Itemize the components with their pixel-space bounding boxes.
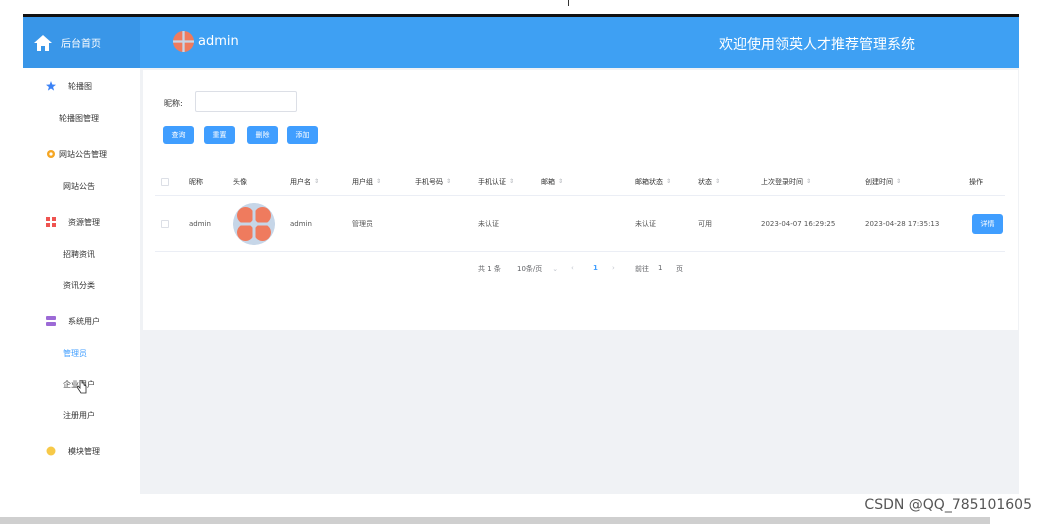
user-avatar-icon bbox=[233, 202, 275, 245]
sidebar-item-label: 注册用户 bbox=[63, 410, 95, 420]
database-icon bbox=[46, 316, 56, 326]
cell-status: 可用 bbox=[698, 219, 712, 228]
circle-icon bbox=[46, 446, 56, 456]
cell-created: 2023-04-28 17:35:13 bbox=[865, 219, 940, 228]
main-content-card: 昵称: 查询 重置 删除 添加 昵称 头像 用户名 ⇕ 用户组 ⇕ 手机号码 ⇕ 手机… bbox=[143, 70, 1018, 330]
cell-phone-verify: 未认证 bbox=[478, 219, 499, 228]
menu-group-notice[interactable]: 网站公告管理 bbox=[23, 144, 140, 164]
sort-icon: ⇕ bbox=[446, 178, 452, 185]
delete-button[interactable]: 删除 bbox=[247, 126, 278, 144]
table-row: admin admin 管理员 未认证 未认证 可用 2023-04-07 16… bbox=[155, 196, 1005, 252]
sidebar-item-label: 资讯分类 bbox=[63, 280, 95, 290]
nickname-search-input[interactable] bbox=[195, 91, 297, 112]
cell-email-status: 未认证 bbox=[635, 219, 656, 228]
sort-icon: ⇕ bbox=[558, 178, 564, 185]
sort-icon: ⇕ bbox=[509, 178, 515, 185]
prev-page-button[interactable]: ‹ bbox=[571, 264, 574, 272]
grid-icon bbox=[46, 217, 56, 227]
sort-icon: ⇕ bbox=[806, 178, 812, 185]
goto-label: 前往 bbox=[635, 265, 649, 273]
cell-nickname: admin bbox=[189, 219, 211, 228]
col-created[interactable]: 创建时间 ⇕ bbox=[865, 168, 901, 195]
sort-icon: ⇕ bbox=[896, 178, 902, 185]
menu-group-label: 系统用户 bbox=[68, 316, 100, 326]
menu-group-resource[interactable]: 资源管理 bbox=[23, 212, 140, 232]
sidebar: 轮播图 轮播图管理 网站公告管理 网站公告 资源管理 招聘资讯 资讯分类 系统用… bbox=[23, 68, 140, 494]
gear-icon bbox=[47, 150, 55, 158]
reset-button[interactable]: 重置 bbox=[204, 126, 235, 144]
sort-icon: ⇕ bbox=[666, 178, 672, 185]
col-phone[interactable]: 手机号码 ⇕ bbox=[415, 168, 451, 195]
sort-icon: ⇕ bbox=[376, 178, 382, 185]
sidebar-item-news-category[interactable]: 资讯分类 bbox=[23, 275, 140, 295]
star-icon bbox=[46, 81, 56, 91]
menu-group-label: 轮播图 bbox=[68, 81, 92, 91]
menu-group-label: 模块管理 bbox=[68, 446, 100, 456]
sort-icon: ⇕ bbox=[715, 178, 721, 185]
col-nickname[interactable]: 昵称 bbox=[189, 168, 203, 195]
sidebar-item-admin[interactable]: 管理员 bbox=[23, 343, 140, 363]
menu-group-label: 资源管理 bbox=[68, 217, 100, 227]
col-status[interactable]: 状态 ⇕ bbox=[698, 168, 720, 195]
page-size-select[interactable]: 10条/页 ⌄ bbox=[517, 264, 558, 274]
col-username[interactable]: 用户名 ⇕ bbox=[290, 168, 319, 195]
top-header: 后台首页 admin 欢迎使用领英人才推荐管理系统 bbox=[23, 14, 1019, 68]
sidebar-item-label: 轮播图管理 bbox=[59, 113, 99, 123]
goto-page-input[interactable]: 1 bbox=[658, 264, 662, 272]
col-email-status[interactable]: 邮箱状态 ⇕ bbox=[635, 168, 671, 195]
sidebar-item-label: 招聘资讯 bbox=[63, 249, 95, 259]
sidebar-item-label: 管理员 bbox=[63, 348, 87, 358]
menu-group-carousel[interactable]: 轮播图 bbox=[23, 76, 140, 96]
cell-action: 详情 bbox=[972, 196, 1003, 251]
avatar bbox=[233, 196, 275, 251]
admin-app-window: 后台首页 admin 欢迎使用领英人才推荐管理系统 轮播图 轮播图管理 网站公告… bbox=[23, 14, 1019, 494]
sort-icon: ⇕ bbox=[314, 178, 320, 185]
sidebar-item-label: 网站公告 bbox=[63, 181, 95, 191]
detail-button[interactable]: 详情 bbox=[972, 213, 1003, 234]
text-cursor bbox=[568, 0, 569, 6]
table-header: 昵称 头像 用户名 ⇕ 用户组 ⇕ 手机号码 ⇕ 手机认证 ⇕ 邮箱 ⇕ 邮箱状态 ⇕ 状态… bbox=[155, 168, 1005, 196]
current-page-number[interactable]: 1 bbox=[593, 264, 598, 272]
sidebar-item-recruit-news[interactable]: 招聘资讯 bbox=[23, 244, 140, 264]
current-user[interactable]: admin bbox=[173, 31, 239, 52]
col-avatar: 头像 bbox=[233, 177, 247, 186]
row-checkbox[interactable] bbox=[161, 196, 169, 251]
user-avatar-icon bbox=[173, 31, 194, 52]
home-icon bbox=[34, 34, 52, 51]
col-email[interactable]: 邮箱 ⇕ bbox=[541, 168, 563, 195]
col-last-login[interactable]: 上次登录时间 ⇕ bbox=[761, 168, 811, 195]
menu-group-label: 网站公告管理 bbox=[59, 149, 107, 159]
col-action: 操作 bbox=[969, 177, 983, 186]
chevron-down-icon: ⌄ bbox=[552, 265, 559, 273]
col-phone-verify[interactable]: 手机认证 ⇕ bbox=[478, 168, 514, 195]
sidebar-item-carousel-manage[interactable]: 轮播图管理 bbox=[23, 108, 140, 128]
nickname-label: 昵称: bbox=[164, 99, 183, 108]
cell-last-login: 2023-04-07 16:29:25 bbox=[761, 219, 836, 228]
query-button[interactable]: 查询 bbox=[163, 126, 194, 144]
pointer-cursor-icon bbox=[77, 380, 87, 394]
select-all-checkbox[interactable] bbox=[161, 168, 169, 195]
cell-username: admin bbox=[290, 219, 312, 228]
menu-group-module[interactable]: 模块管理 bbox=[23, 441, 140, 461]
menu-group-system-users[interactable]: 系统用户 bbox=[23, 311, 140, 331]
sidebar-item-registered-users[interactable]: 注册用户 bbox=[23, 405, 140, 425]
add-button[interactable]: 添加 bbox=[287, 126, 318, 144]
next-page-button[interactable]: › bbox=[612, 264, 615, 272]
cell-usergroup: 管理员 bbox=[352, 219, 373, 228]
page-unit-label: 页 bbox=[676, 265, 683, 273]
sidebar-item-notice[interactable]: 网站公告 bbox=[23, 176, 140, 196]
user-name: admin bbox=[198, 34, 239, 49]
system-title: 欢迎使用领英人才推荐管理系统 bbox=[719, 37, 915, 53]
home-label: 后台首页 bbox=[61, 39, 101, 50]
watermark-text: CSDN @QQ_785101605 bbox=[864, 497, 1032, 513]
home-link[interactable]: 后台首页 bbox=[23, 17, 140, 68]
scrollbar-strip[interactable] bbox=[0, 517, 990, 524]
col-usergroup[interactable]: 用户组 ⇕ bbox=[352, 168, 381, 195]
pagination-total: 共 1 条 bbox=[478, 265, 501, 273]
